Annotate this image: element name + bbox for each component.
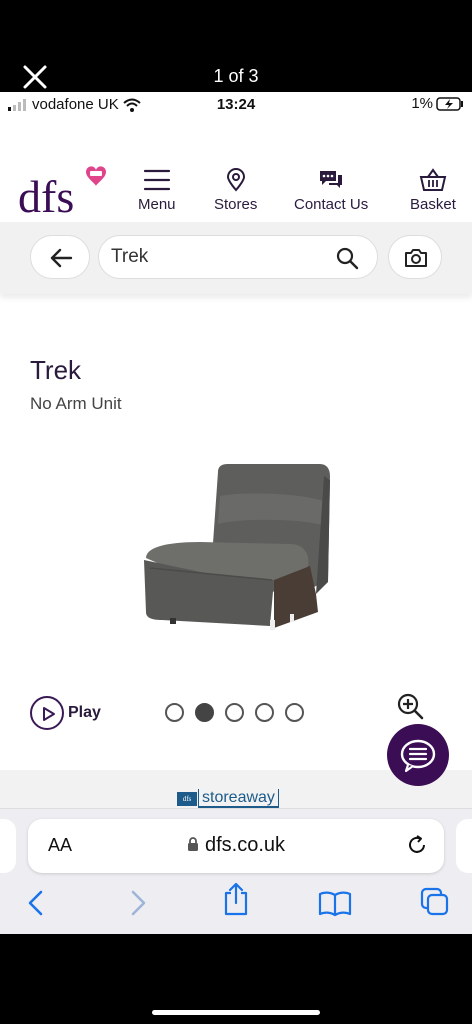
nav-contact-us[interactable]: Contact Us bbox=[294, 168, 368, 213]
storeaway-mini-logo: dfs bbox=[177, 791, 197, 806]
nav-menu[interactable]: Menu bbox=[138, 168, 176, 213]
carousel-dot[interactable] bbox=[255, 703, 274, 722]
screen: 1 of 3 vodafone UK 13:24 1% dfs Menu Sto… bbox=[0, 0, 472, 1024]
tabs-icon[interactable] bbox=[420, 887, 450, 917]
site-header: dfs Menu Stores Contact Us Basket bbox=[0, 118, 472, 222]
back-button[interactable] bbox=[30, 235, 90, 279]
play-video-button[interactable]: Play bbox=[30, 696, 101, 730]
image-carousel-dots bbox=[165, 703, 304, 722]
live-chat-button[interactable] bbox=[387, 724, 449, 786]
url-host: dfs.co.uk bbox=[28, 834, 444, 857]
visual-search-button[interactable] bbox=[388, 235, 442, 279]
heart-sofa-icon bbox=[86, 166, 106, 186]
url-host-text: dfs.co.uk bbox=[204, 834, 286, 856]
zoom-in-icon[interactable] bbox=[396, 692, 424, 720]
carousel-dot-active[interactable] bbox=[195, 703, 214, 722]
nav-contact-label: Contact Us bbox=[294, 196, 369, 213]
previous-tab-edge[interactable] bbox=[0, 819, 16, 873]
product-image[interactable] bbox=[140, 462, 340, 642]
storeaway-word: storeaway bbox=[198, 789, 279, 808]
search-icon[interactable] bbox=[335, 246, 359, 270]
dfs-logo[interactable]: dfs bbox=[18, 164, 108, 225]
camera-icon bbox=[405, 249, 427, 267]
screenshot: vodafone UK 13:24 1% dfs Menu Stores Con… bbox=[0, 92, 472, 934]
bookmarks-icon[interactable] bbox=[318, 891, 352, 917]
back-arrow-icon[interactable] bbox=[24, 889, 48, 917]
location-pin-icon bbox=[226, 168, 245, 192]
nav-stores-label: Stores bbox=[214, 196, 258, 213]
address-bar[interactable]: AA dfs.co.uk bbox=[28, 819, 444, 873]
forward-arrow-icon[interactable] bbox=[126, 889, 150, 917]
nav-basket-label: Basket bbox=[410, 196, 456, 213]
storeaway-logo[interactable]: dfs storeaway bbox=[177, 789, 279, 808]
nav-stores[interactable]: Stores bbox=[214, 168, 257, 213]
carousel-dot[interactable] bbox=[165, 703, 184, 722]
chat-icon bbox=[400, 739, 436, 773]
play-label: Play bbox=[68, 704, 101, 721]
search-input-value: Trek bbox=[111, 246, 149, 267]
status-bar: vodafone UK 13:24 1% bbox=[0, 92, 472, 118]
search-input[interactable]: Trek bbox=[98, 235, 378, 279]
play-icon bbox=[30, 696, 64, 730]
hamburger-icon bbox=[143, 169, 170, 191]
home-indicator[interactable] bbox=[152, 1010, 320, 1015]
reload-icon[interactable] bbox=[406, 834, 428, 856]
carousel-dot[interactable] bbox=[285, 703, 304, 722]
carousel-dot[interactable] bbox=[225, 703, 244, 722]
image-counter: 1 of 3 bbox=[213, 66, 259, 86]
arrow-left-icon bbox=[50, 248, 73, 268]
battery-percent: 1% bbox=[411, 95, 433, 112]
nav-menu-label: Menu bbox=[138, 196, 176, 213]
product-subtitle: No Arm Unit bbox=[30, 394, 122, 413]
product-title: Trek bbox=[30, 355, 82, 385]
logo-text: dfs bbox=[18, 171, 74, 220]
chat-bubbles-icon bbox=[320, 171, 343, 188]
clock: 13:24 bbox=[216, 96, 256, 113]
battery-charging-icon bbox=[436, 96, 463, 111]
lock-icon bbox=[187, 837, 198, 851]
basket-icon bbox=[419, 168, 447, 191]
next-tab-edge[interactable] bbox=[456, 819, 472, 873]
safari-toolbar: AA dfs.co.uk bbox=[0, 808, 472, 934]
share-icon[interactable] bbox=[222, 882, 250, 916]
search-bar-area: Trek bbox=[0, 222, 472, 294]
nav-basket[interactable]: Basket bbox=[410, 168, 456, 213]
